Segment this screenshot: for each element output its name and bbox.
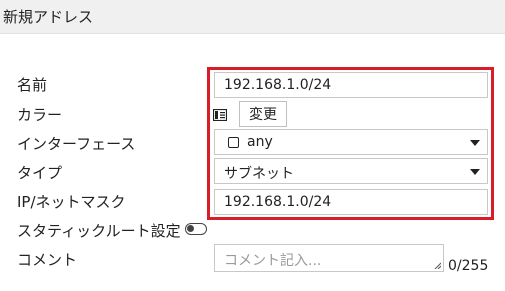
resize-grip-icon[interactable] — [434, 262, 441, 269]
interface-label: インターフェース — [17, 135, 136, 153]
ip-netmask-label: IP/ネットマスク — [17, 193, 126, 211]
name-label: 名前 — [17, 76, 48, 94]
interface-icon — [228, 137, 239, 148]
color-label: カラー — [17, 106, 63, 124]
type-select[interactable]: サブネット — [214, 158, 488, 184]
comment-placeholder: コメント記入... — [224, 253, 322, 269]
chevron-down-icon — [470, 169, 480, 175]
chevron-down-icon — [470, 140, 480, 146]
comment-textarea[interactable]: コメント記入... — [214, 244, 444, 272]
color-swatch-icon — [213, 109, 227, 121]
interface-select[interactable]: any — [214, 129, 488, 155]
type-label: タイプ — [17, 164, 63, 182]
name-input-value: 192.168.1.0/24 — [224, 77, 332, 93]
interface-select-value: any — [247, 134, 273, 150]
type-select-value: サブネット — [224, 166, 294, 182]
ip-netmask-input[interactable]: 192.168.1.0/24 — [214, 189, 488, 215]
dialog-header: 新規アドレス — [0, 0, 505, 34]
comment-char-counter: 0/255 — [448, 258, 489, 274]
change-color-button[interactable]: 変更 — [239, 101, 287, 127]
ip-netmask-input-value: 192.168.1.0/24 — [224, 194, 332, 210]
comment-label: コメント — [17, 251, 78, 269]
name-input[interactable]: 192.168.1.0/24 — [214, 72, 488, 98]
dialog-title: 新規アドレス — [3, 8, 94, 26]
static-route-toggle[interactable] — [185, 223, 207, 235]
static-route-label: スタティックルート設定 — [17, 222, 181, 240]
toggle-knob — [187, 225, 194, 232]
